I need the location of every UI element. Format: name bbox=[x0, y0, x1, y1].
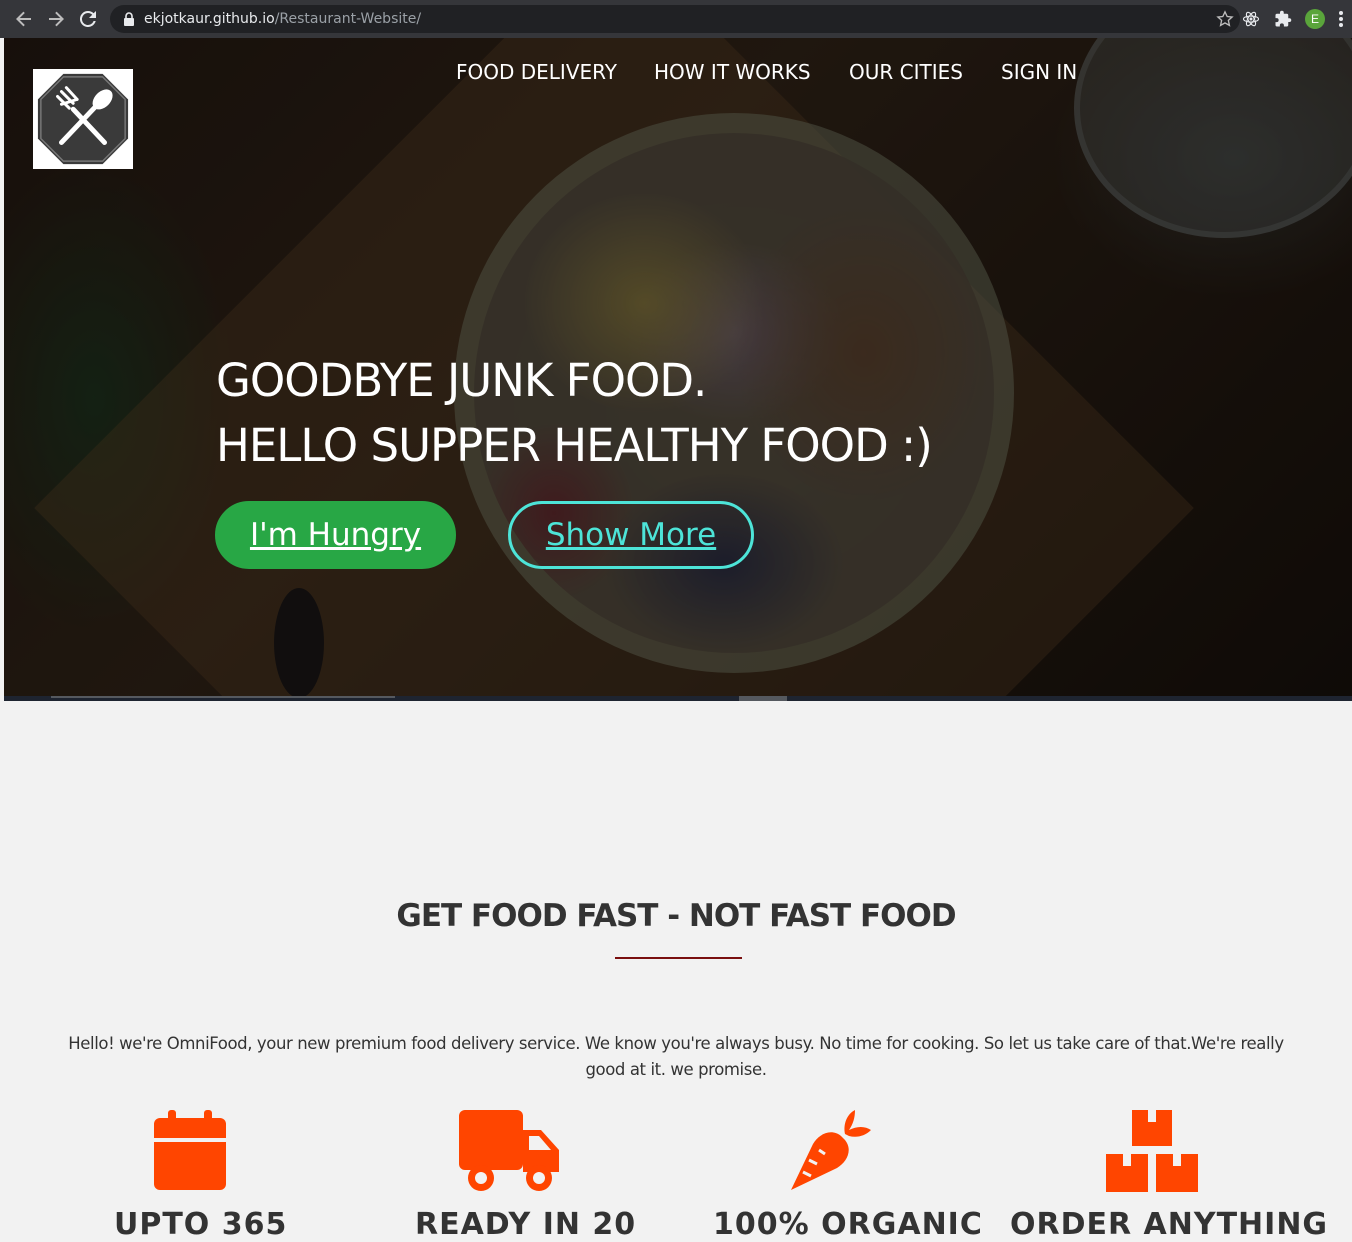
feature-item bbox=[59, 1110, 319, 1190]
arrow-right-icon bbox=[49, 11, 64, 27]
feature-heading: ORDER ANYTHING bbox=[1010, 1207, 1329, 1242]
title-underline bbox=[615, 957, 742, 959]
back-button[interactable] bbox=[8, 0, 40, 38]
extensions-puzzle-icon[interactable] bbox=[1274, 10, 1292, 28]
nav-sign-in[interactable]: SIGN IN bbox=[1001, 60, 1077, 84]
boxes-icon bbox=[1106, 1110, 1198, 1192]
main-navigation: FOOD DELIVERY HOW IT WORKS OUR CITIES SI… bbox=[4, 60, 1352, 90]
feature-heading: UPTO 365 bbox=[114, 1207, 288, 1242]
hero-heading-line2: HELLO SUPPER HEALTHY FOOD :) bbox=[216, 419, 933, 472]
show-more-button[interactable]: Show More bbox=[508, 501, 754, 569]
url-path: /Restaurant-Website/ bbox=[274, 11, 422, 27]
react-devtools-icon[interactable] bbox=[1242, 10, 1260, 28]
intro-paragraph: Hello! we're OmniFood, your new premium … bbox=[68, 1034, 1284, 1079]
feature-item bbox=[1022, 1110, 1282, 1192]
arrow-left-icon bbox=[16, 11, 31, 27]
feature-item bbox=[701, 1110, 961, 1192]
feature-heading: READY IN 20 bbox=[415, 1207, 637, 1242]
calendar-icon bbox=[154, 1110, 226, 1190]
hero-section: FOOD DELIVERY HOW IT WORKS OUR CITIES SI… bbox=[4, 38, 1352, 696]
more-menu-icon[interactable] bbox=[1338, 10, 1344, 28]
nav-how-it-works[interactable]: HOW IT WORKS bbox=[654, 60, 811, 84]
bookmark-star-icon[interactable] bbox=[1216, 10, 1234, 28]
carrot-icon bbox=[791, 1110, 871, 1190]
address-bar[interactable]: ekjotkaur.github.io/Restaurant-Website/ bbox=[110, 5, 1240, 33]
reload-icon bbox=[80, 11, 96, 27]
browser-toolbar: ekjotkaur.github.io/Restaurant-Website/ … bbox=[0, 0, 1352, 38]
section-title: GET FOOD FAST - NOT FAST FOOD bbox=[396, 898, 956, 934]
hero-bottom-strip bbox=[4, 696, 1352, 701]
url-host: ekjotkaur.github.io bbox=[144, 11, 275, 27]
hero-heading: GOODBYE JUNK FOOD. HELLO SUPPER HEALTHY … bbox=[216, 348, 933, 478]
nav-our-cities[interactable]: OUR CITIES bbox=[849, 60, 963, 84]
nav-food-delivery[interactable]: FOOD DELIVERY bbox=[456, 60, 617, 84]
strip-segment bbox=[739, 696, 787, 701]
strip-segment bbox=[51, 696, 395, 698]
im-hungry-button[interactable]: I'm Hungry bbox=[215, 501, 456, 569]
feature-item bbox=[380, 1110, 640, 1192]
hero-heading-line1: GOODBYE JUNK FOOD. bbox=[216, 354, 707, 407]
profile-avatar[interactable]: E bbox=[1305, 9, 1325, 29]
forward-button[interactable] bbox=[40, 0, 72, 38]
truck-icon bbox=[459, 1110, 559, 1191]
feature-heading: 100% ORGANIC bbox=[713, 1207, 983, 1242]
reload-button[interactable] bbox=[72, 0, 104, 38]
lock-icon bbox=[124, 12, 134, 26]
